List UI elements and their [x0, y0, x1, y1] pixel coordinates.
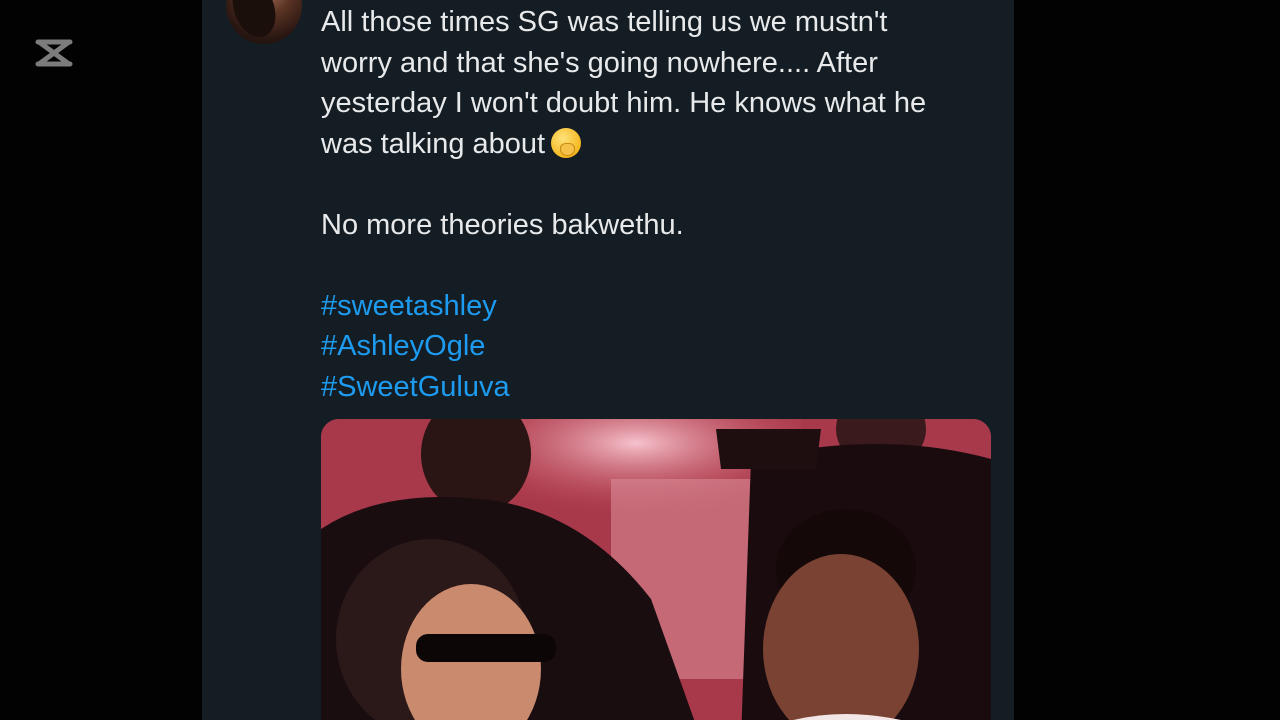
tweet-line-4: was talking about [321, 124, 1001, 165]
tweet-panel: All those times SG was telling us we mus… [202, 0, 1014, 720]
face-with-hand-over-mouth-icon [551, 127, 582, 158]
tweet-line-1: All those times SG was telling us we mus… [321, 6, 888, 38]
tweet-line-3: yesterday I won't doubt him. He knows wh… [321, 87, 927, 119]
photo-scene [321, 419, 991, 720]
hashtag-ashleyogle[interactable]: #AshleyOgle [321, 326, 1001, 367]
hashtag-list: #sweetashley #AshleyOgle #SweetGuluva [321, 286, 1001, 408]
capcut-logo-icon [35, 39, 73, 67]
profile-avatar[interactable] [226, 0, 302, 44]
hashtag-sweetguluva[interactable]: #SweetGuluva [321, 367, 1001, 408]
tweet-media-photo[interactable] [321, 419, 991, 720]
tweet-paragraph-2: No more theories bakwethu. [321, 208, 684, 241]
video-frame: All those times SG was telling us we mus… [0, 0, 1280, 720]
hashtag-sweetashley[interactable]: #sweetashley [321, 286, 1001, 327]
tweet-line-4-text: was talking about [321, 127, 546, 160]
tweet-line-2: worry and that she's going nowhere.... A… [321, 46, 878, 79]
tweet-body: All those times SG was telling us we mus… [321, 2, 1001, 407]
avatar-hair [226, 0, 284, 44]
